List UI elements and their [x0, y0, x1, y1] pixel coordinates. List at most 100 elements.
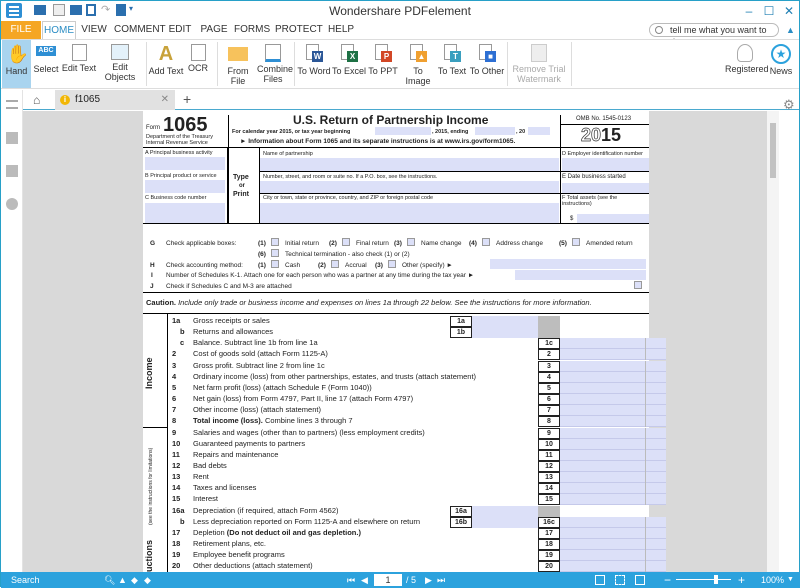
zoom-dropdown-icon[interactable]: ▼: [787, 572, 794, 588]
to-text-button[interactable]: T To Text: [437, 40, 467, 88]
fit-width-icon[interactable]: [615, 575, 625, 585]
line-amount-field[interactable]: [560, 517, 666, 528]
line-amount-field[interactable]: [560, 428, 666, 439]
g-option-checkbox[interactable]: [342, 238, 350, 246]
tax-year-end-field[interactable]: [475, 127, 515, 135]
search-label[interactable]: Search: [11, 572, 40, 588]
line-amount-field[interactable]: [560, 539, 666, 550]
schedules-c-m3-checkbox[interactable]: [634, 281, 642, 289]
partnership-name-field[interactable]: [260, 158, 559, 171]
line-amount-field[interactable]: [560, 361, 666, 372]
add-text-button[interactable]: A Add Text: [148, 40, 184, 88]
to-word-button[interactable]: W To Word: [297, 40, 331, 88]
tab-comment[interactable]: COMMENT: [114, 21, 166, 39]
tax-year-begin-field[interactable]: [375, 127, 431, 135]
remove-trial-watermark-button[interactable]: Remove Trial Watermark: [510, 40, 568, 88]
to-image-button[interactable]: ▲ To Image: [400, 40, 436, 88]
ein-field[interactable]: [562, 158, 649, 171]
close-tab-icon[interactable]: ✕: [161, 90, 169, 110]
line-amount-field[interactable]: [560, 383, 666, 394]
line-amount-field[interactable]: [560, 461, 666, 472]
next-page-icon[interactable]: ▶: [425, 572, 432, 588]
collapse-ribbon-icon[interactable]: ▲: [786, 25, 795, 35]
principal-product-field[interactable]: [145, 180, 225, 193]
actual-size-icon[interactable]: [635, 575, 645, 585]
tab-file[interactable]: FILE: [1, 21, 41, 39]
tab-forms[interactable]: FORMS: [234, 21, 270, 39]
combine-files-button[interactable]: Combine Files: [257, 40, 293, 88]
search-icon[interactable]: 🔍︎: [104, 572, 115, 588]
g-option-checkbox[interactable]: [271, 238, 279, 246]
edit-objects-button[interactable]: Edit Objects: [98, 40, 142, 88]
business-code-field[interactable]: [145, 203, 225, 223]
h-option-checkbox[interactable]: [388, 260, 396, 268]
line-amount-field[interactable]: [560, 561, 666, 572]
first-page-icon[interactable]: ⏮: [347, 572, 355, 588]
minimize-button[interactable]: –: [739, 3, 759, 19]
fit-page-icon[interactable]: [595, 575, 605, 585]
zoom-level[interactable]: 100%: [761, 572, 784, 588]
from-file-button[interactable]: From File: [220, 40, 256, 88]
zoom-in-icon[interactable]: +: [738, 572, 745, 588]
to-other-button[interactable]: ■ To Other: [469, 40, 505, 88]
search-panel-icon[interactable]: [6, 198, 18, 210]
to-ppt-button[interactable]: P To PPT: [367, 40, 399, 88]
line-amount-field[interactable]: [560, 483, 666, 494]
zoom-slider-thumb[interactable]: [713, 575, 718, 584]
previous-page-icon[interactable]: ◀: [361, 572, 368, 588]
line-amount-field[interactable]: [560, 494, 666, 505]
close-button[interactable]: ✕: [779, 3, 799, 19]
line-amount-field[interactable]: [560, 338, 666, 349]
g-option-checkbox[interactable]: [271, 249, 279, 257]
scrollbar-thumb[interactable]: [770, 123, 776, 178]
to-excel-button[interactable]: X To Excel: [332, 40, 366, 88]
new-tab-icon[interactable]: +: [183, 91, 191, 107]
home-icon[interactable]: ⌂: [33, 93, 40, 107]
zoom-slider[interactable]: [676, 575, 731, 584]
date-started-field[interactable]: [562, 183, 649, 193]
g-option-checkbox[interactable]: [482, 238, 490, 246]
line-amount-field[interactable]: [560, 405, 666, 416]
bookmark-icon[interactable]: [6, 132, 18, 144]
maximize-button[interactable]: ☐: [759, 3, 779, 19]
news-button[interactable]: ★ News: [766, 40, 796, 88]
line-amount-field[interactable]: [560, 416, 666, 427]
tab-page[interactable]: PAGE: [199, 21, 229, 39]
document-viewport[interactable]: Form 1065 Department of the Treasury Int…: [23, 111, 767, 572]
h-option-checkbox[interactable]: [331, 260, 339, 268]
k1-count-field[interactable]: [515, 270, 646, 280]
thumbnails-icon[interactable]: [6, 100, 18, 109]
line-amount-field[interactable]: [560, 394, 666, 405]
line-amount-field[interactable]: [560, 528, 666, 539]
line-amount-field[interactable]: [560, 372, 666, 383]
principal-activity-field[interactable]: [145, 157, 225, 170]
next-result-icon[interactable]: ◆: [144, 572, 151, 588]
line-amount-field[interactable]: [560, 472, 666, 483]
select-button[interactable]: ABC Select: [33, 40, 59, 88]
tax-year-end-yy-field[interactable]: [528, 127, 550, 135]
edit-text-button[interactable]: Edit Text: [61, 40, 97, 88]
line-amount-field[interactable]: [560, 439, 666, 450]
previous-result-icon[interactable]: ▲: [118, 572, 127, 588]
page-number-input[interactable]: 1: [374, 574, 402, 586]
tab-view[interactable]: VIEW: [79, 21, 109, 39]
tab-edit[interactable]: EDIT: [166, 21, 194, 39]
registered-button[interactable]: Registered: [725, 40, 769, 88]
tab-home[interactable]: HOME: [42, 21, 76, 39]
line-amount-field[interactable]: [560, 550, 666, 561]
street-field[interactable]: [260, 181, 559, 193]
last-page-icon[interactable]: ⏭: [437, 572, 445, 588]
line-amount-field[interactable]: [560, 450, 666, 461]
line-amount-field[interactable]: [560, 349, 666, 360]
ocr-button[interactable]: OCR: [186, 40, 210, 88]
city-field[interactable]: [260, 203, 559, 223]
tab-help[interactable]: HELP: [326, 21, 356, 39]
hand-button[interactable]: ✋ Hand: [2, 40, 31, 88]
other-method-field[interactable]: [490, 259, 646, 269]
h-option-checkbox[interactable]: [271, 260, 279, 268]
vertical-scrollbar[interactable]: [767, 111, 779, 572]
tell-me-search-input[interactable]: tell me what you want to do: [649, 23, 779, 47]
g-option-checkbox[interactable]: [407, 238, 415, 246]
document-tab[interactable]: i f1065 ✕: [55, 90, 175, 110]
tab-protect[interactable]: PROTECT: [275, 21, 323, 39]
